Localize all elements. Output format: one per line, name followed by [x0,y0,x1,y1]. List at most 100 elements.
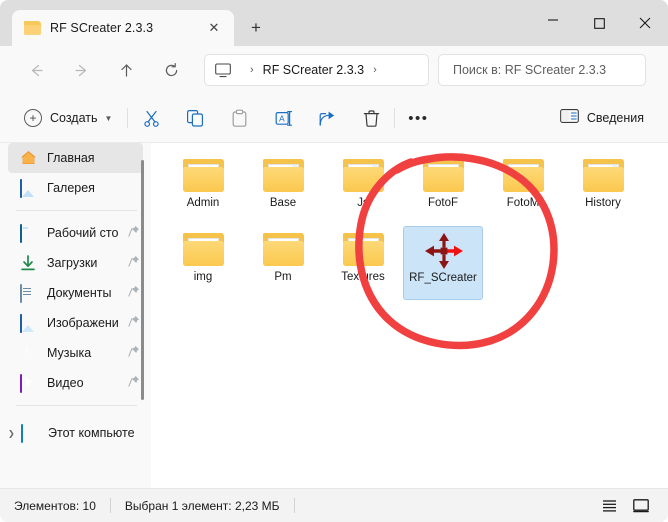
cut-icon[interactable] [134,102,168,134]
list-item[interactable]: img [163,226,243,300]
maximize-button[interactable] [576,0,622,46]
search-box[interactable]: Поиск в: RF SCreater 2.3.3 [438,54,646,86]
pin-icon[interactable] [128,344,141,362]
forward-button[interactable] [65,54,98,87]
status-divider [109,498,111,513]
folder-icon [579,155,627,195]
folder-icon [259,155,307,195]
item-label: FotoM [506,197,540,209]
chevron-down-icon: ▼ [104,113,113,123]
sidebar-scrollbar[interactable] [141,160,144,400]
pc-icon [21,423,38,443]
breadcrumb-separator-2[interactable]: › [373,64,377,76]
sidebar-item-label: Загрузки [47,256,98,270]
list-item[interactable]: Pm [243,226,323,300]
item-label: RF_SCreater [409,272,477,284]
minimize-button[interactable] [530,0,576,46]
documents-icon [20,283,37,303]
list-item-selected[interactable]: RF_SCreater [403,226,483,300]
item-label: Admin [186,197,220,209]
paste-icon [222,102,256,134]
sidebar-item-this-pc[interactable]: ❯ Этот компьюте [8,418,143,448]
item-label: History [585,197,621,209]
folder-icon [499,155,547,195]
sidebar-item-downloads[interactable]: Загрузки [8,248,143,278]
share-icon[interactable] [310,102,344,134]
refresh-button[interactable] [155,54,188,87]
selection-info-label: Выбран 1 элемент: 2,23 МБ [124,498,280,513]
list-view-icon[interactable] [596,494,622,518]
pin-icon[interactable] [128,374,141,392]
sidebar-item-videos[interactable]: Видео [8,368,143,398]
gallery-icon [20,178,37,198]
new-button[interactable]: + Создать ▼ [18,102,121,134]
pin-icon[interactable] [128,254,141,272]
desktop-icon [20,223,37,243]
window-controls [530,0,668,46]
this-pc-icon[interactable] [215,62,231,78]
download-icon [20,254,37,272]
folder-icon [259,229,307,269]
rename-icon[interactable]: A [266,102,300,134]
list-item[interactable]: History [563,152,643,226]
command-bar: + Создать ▼ A ••• Сведения [0,94,668,143]
search-placeholder: Поиск в: RF SCreater 2.3.3 [453,63,607,77]
chevron-right-icon[interactable]: ❯ [8,429,17,438]
new-button-label: Создать [50,111,98,125]
large-icons-view-icon[interactable] [628,494,654,518]
sidebar-divider-2 [16,405,137,406]
breadcrumb-separator: › [250,64,254,76]
status-bar: Элементов: 10 Выбран 1 элемент: 2,23 МБ [0,488,668,522]
items-grid: Admin Base Js FotoF FotoM History img Pm… [151,143,668,300]
folder-icon [24,21,41,35]
item-label: Textures [341,271,385,283]
item-label: Pm [274,271,292,283]
details-pane-button[interactable]: Сведения [552,102,652,134]
file-explorer-window: RF SCreater 2.3.3 ✕ + › RF SCreater 2.3.… [0,0,668,522]
breadcrumb-current-folder[interactable]: RF SCreater 2.3.3 [263,63,364,77]
sidebar-item-label: Рабочий сто [47,226,119,240]
list-item[interactable]: Base [243,152,323,226]
sidebar-item-home[interactable]: Главная [8,143,143,173]
delete-icon[interactable] [354,102,388,134]
sidebar-item-documents[interactable]: Документы [8,278,143,308]
close-window-button[interactable] [622,0,668,46]
pin-icon[interactable] [128,284,141,302]
copy-icon[interactable] [178,102,212,134]
address-bar[interactable]: › RF SCreater 2.3.3 › [204,54,429,86]
list-item[interactable]: FotoF [403,152,483,226]
svg-text:A: A [279,113,285,123]
pin-icon[interactable] [128,314,141,332]
list-item[interactable]: Admin [163,152,243,226]
list-item[interactable]: Textures [323,226,403,300]
sidebar-item-desktop[interactable]: Рабочий сто [8,218,143,248]
pictures-icon [20,313,37,333]
sidebar-item-gallery[interactable]: Галерея [8,173,143,203]
navigation-bar: › RF SCreater 2.3.3 › Поиск в: RF SCreat… [0,46,668,94]
move-arrows-icon [419,230,467,270]
pin-icon[interactable] [128,224,141,242]
sidebar-item-pictures[interactable]: Изображени [8,308,143,338]
folder-icon [179,155,227,195]
sidebar-item-label: Документы [47,286,112,300]
more-options-button[interactable]: ••• [401,102,435,134]
details-label: Сведения [586,111,644,125]
toolbar-divider-2 [394,108,396,128]
video-icon [20,373,37,393]
file-list-pane[interactable]: Admin Base Js FotoF FotoM History img Pm… [151,143,668,488]
list-item[interactable]: Js [323,152,403,226]
close-tab-icon[interactable]: ✕ [202,16,226,40]
folder-icon [339,229,387,269]
list-item[interactable]: FotoM [483,152,563,226]
new-tab-button[interactable]: + [240,12,272,44]
sidebar-item-music[interactable]: Музыка [8,338,143,368]
sidebar-item-label: Галерея [47,181,95,195]
title-bar: RF SCreater 2.3.3 ✕ + [0,0,668,46]
navigation-pane: Главная Галерея Рабочий сто Загрузки Док… [0,143,151,488]
back-button[interactable] [20,54,53,87]
up-button[interactable] [110,54,143,87]
item-label: FotoF [427,197,459,209]
sidebar-item-label: Главная [47,151,95,165]
tab-label: RF SCreater 2.3.3 [50,21,154,35]
tab-rf-screater[interactable]: RF SCreater 2.3.3 ✕ [12,10,234,46]
